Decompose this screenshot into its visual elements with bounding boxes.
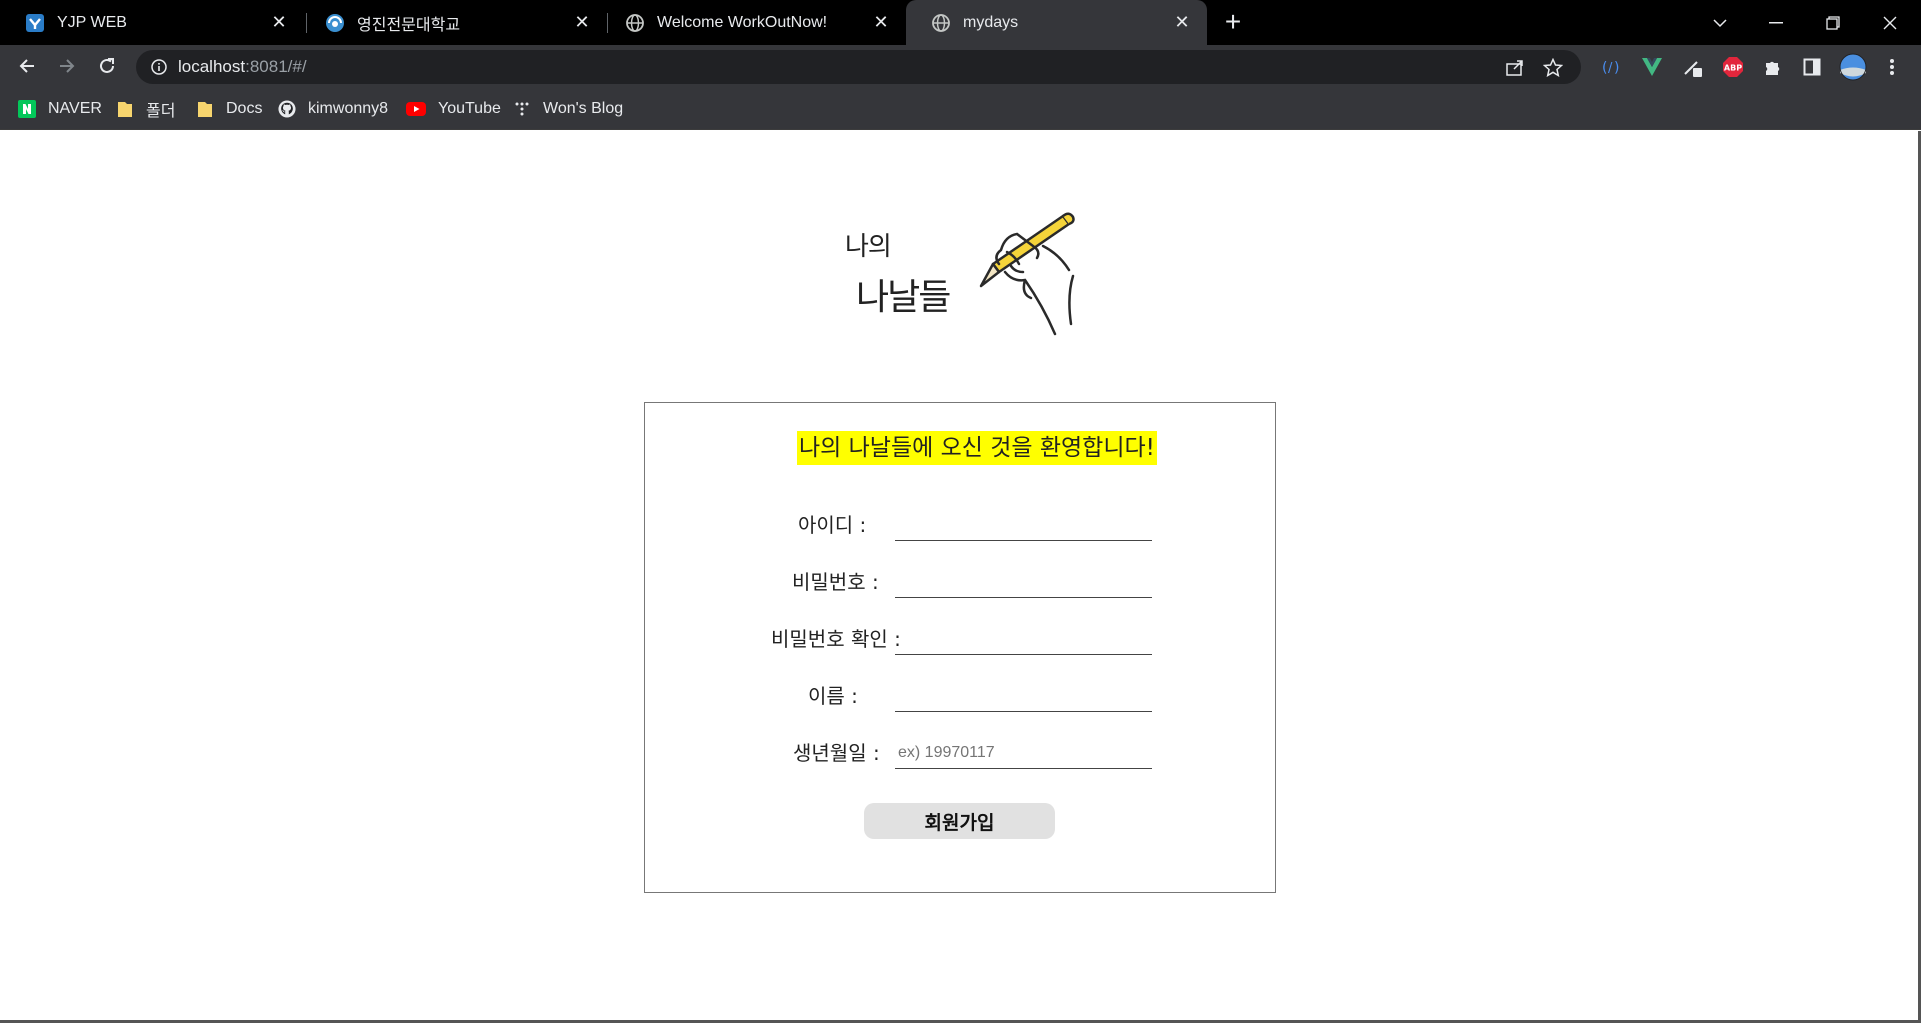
- birthdate-input[interactable]: [895, 731, 1152, 769]
- tab-title: YJP WEB: [57, 13, 127, 31]
- svg-text:): ): [1614, 60, 1619, 76]
- github-icon: [278, 100, 296, 118]
- back-button[interactable]: [12, 51, 42, 81]
- bookmark-label: kimwonny8: [308, 100, 389, 117]
- signup-form: 나의 나날들에 오신 것을 환영합니다! 아이디 : 비밀번호 : 비밀번호 확…: [644, 402, 1276, 893]
- bookmark-wons-blog[interactable]: Won's Blog: [513, 97, 623, 121]
- tab-title: mydays: [963, 13, 1019, 31]
- tab-title: Welcome WorkOutNow!: [657, 13, 828, 31]
- restore-icon: [1826, 15, 1840, 30]
- pen-extension-icon[interactable]: [1681, 55, 1705, 79]
- url-host: localhost: [178, 57, 246, 76]
- password-confirm-label: 비밀번호 확인 :: [771, 627, 901, 651]
- hand-pencil-icon: [979, 212, 1075, 336]
- tab-strip: YJP WEB ✕ 영진전문대학교 ✕ Welcome WorkOutNow! …: [0, 0, 1921, 45]
- password-label: 비밀번호 :: [792, 570, 879, 594]
- folder-icon: [116, 100, 134, 118]
- arrow-left-icon: [19, 59, 34, 73]
- form-row-birthdate: 생년월일 :: [645, 731, 1277, 771]
- yjp-favicon: [25, 13, 45, 33]
- id-label: 아이디 :: [798, 513, 867, 537]
- svg-text:(: (: [1602, 60, 1607, 76]
- globe-icon: [625, 13, 645, 33]
- minimize-icon: [1769, 21, 1783, 23]
- bookmark-label: YouTube: [438, 100, 501, 117]
- tab-workoutnow[interactable]: Welcome WorkOutNow! ✕: [600, 0, 906, 45]
- welcome-banner: 나의 나날들에 오신 것을 환영합니다!: [797, 431, 1157, 465]
- site-logo: 나의 나날들: [838, 206, 1078, 346]
- bookmark-label: 폴더: [146, 103, 176, 120]
- logo-line2: 나날들: [856, 277, 951, 318]
- arrow-right-icon: [60, 59, 75, 73]
- form-row-name: 이름 :: [645, 674, 1277, 714]
- share-icon[interactable]: [1505, 58, 1525, 80]
- form-row-id: 아이디 :: [645, 503, 1277, 543]
- logo-line1: 나의: [845, 232, 892, 262]
- bookmark-naver[interactable]: NAVER: [18, 97, 102, 121]
- close-icon: [1883, 16, 1897, 29]
- profile-avatar[interactable]: [1839, 53, 1867, 81]
- adblock-plus-icon[interactable]: ABP: [1721, 55, 1745, 79]
- bookmark-folder[interactable]: 폴더: [116, 97, 175, 121]
- tab-search-button[interactable]: [1692, 0, 1748, 45]
- forward-button[interactable]: [52, 51, 82, 81]
- form-row-password-confirm: 비밀번호 확인 :: [645, 617, 1277, 657]
- tab-yjp-web[interactable]: YJP WEB ✕: [0, 0, 304, 45]
- bookmark-docs[interactable]: Docs: [196, 97, 262, 121]
- reload-icon: [100, 58, 114, 73]
- bookmark-star-icon[interactable]: [1542, 57, 1564, 81]
- extensions-puzzle-icon[interactable]: [1761, 55, 1785, 79]
- more-menu-icon[interactable]: [1880, 55, 1904, 79]
- signup-button[interactable]: 회원가입: [864, 803, 1055, 839]
- naver-icon: [18, 100, 36, 118]
- bookmark-label: Won's Blog: [543, 100, 624, 117]
- yeungjin-favicon: [325, 13, 345, 33]
- password-input[interactable]: [895, 560, 1152, 598]
- cast-extension-icon[interactable]: (/): [1600, 55, 1624, 79]
- name-label: 이름 :: [808, 684, 858, 708]
- minimize-button[interactable]: [1748, 0, 1804, 45]
- new-tab-button[interactable]: +: [1220, 8, 1246, 36]
- globe-icon: [931, 13, 951, 33]
- browser-toolbar: localhost:8081/#/ (/) ABP: [0, 45, 1921, 88]
- bookmark-youtube[interactable]: YouTube: [406, 97, 501, 121]
- name-input[interactable]: [895, 674, 1152, 712]
- reload-button[interactable]: [92, 51, 122, 81]
- folder-icon: [196, 100, 214, 118]
- abp-label: ABP: [1724, 64, 1742, 73]
- close-icon[interactable]: ✕: [1171, 12, 1193, 34]
- form-row-password: 비밀번호 :: [645, 560, 1277, 600]
- side-panel-icon[interactable]: [1800, 55, 1824, 79]
- restore-button[interactable]: [1805, 0, 1861, 45]
- info-icon[interactable]: [150, 58, 168, 80]
- chevron-down-icon: [1713, 18, 1727, 27]
- birthdate-label: 생년월일 :: [793, 741, 880, 765]
- tab-mydays[interactable]: mydays ✕: [906, 0, 1207, 45]
- close-window-button[interactable]: [1862, 0, 1918, 45]
- bookmarks-bar: NAVER 폴더 Docs kimwonny8 YouTube Won's Bl…: [0, 88, 1921, 130]
- id-input[interactable]: [895, 503, 1152, 541]
- tab-yeungjin[interactable]: 영진전문대학교 ✕: [300, 0, 607, 45]
- url-path: :8081/#/: [245, 57, 307, 76]
- address-bar[interactable]: localhost:8081/#/: [136, 50, 1581, 84]
- bookmark-label: NAVER: [48, 100, 102, 117]
- bookmark-github[interactable]: kimwonny8: [278, 97, 388, 121]
- svg-text:/: /: [1608, 61, 1613, 76]
- close-icon[interactable]: ✕: [571, 12, 593, 34]
- blog-icon: [513, 100, 531, 118]
- tab-title: 영진전문대학교: [357, 16, 461, 34]
- vue-devtools-icon[interactable]: [1640, 55, 1664, 79]
- password-confirm-input[interactable]: [895, 617, 1152, 655]
- close-icon[interactable]: ✕: [268, 12, 290, 34]
- bookmark-label: Docs: [226, 100, 263, 117]
- url-text: localhost:8081/#/: [178, 57, 307, 77]
- close-icon[interactable]: ✕: [870, 12, 892, 34]
- youtube-icon: [406, 100, 426, 118]
